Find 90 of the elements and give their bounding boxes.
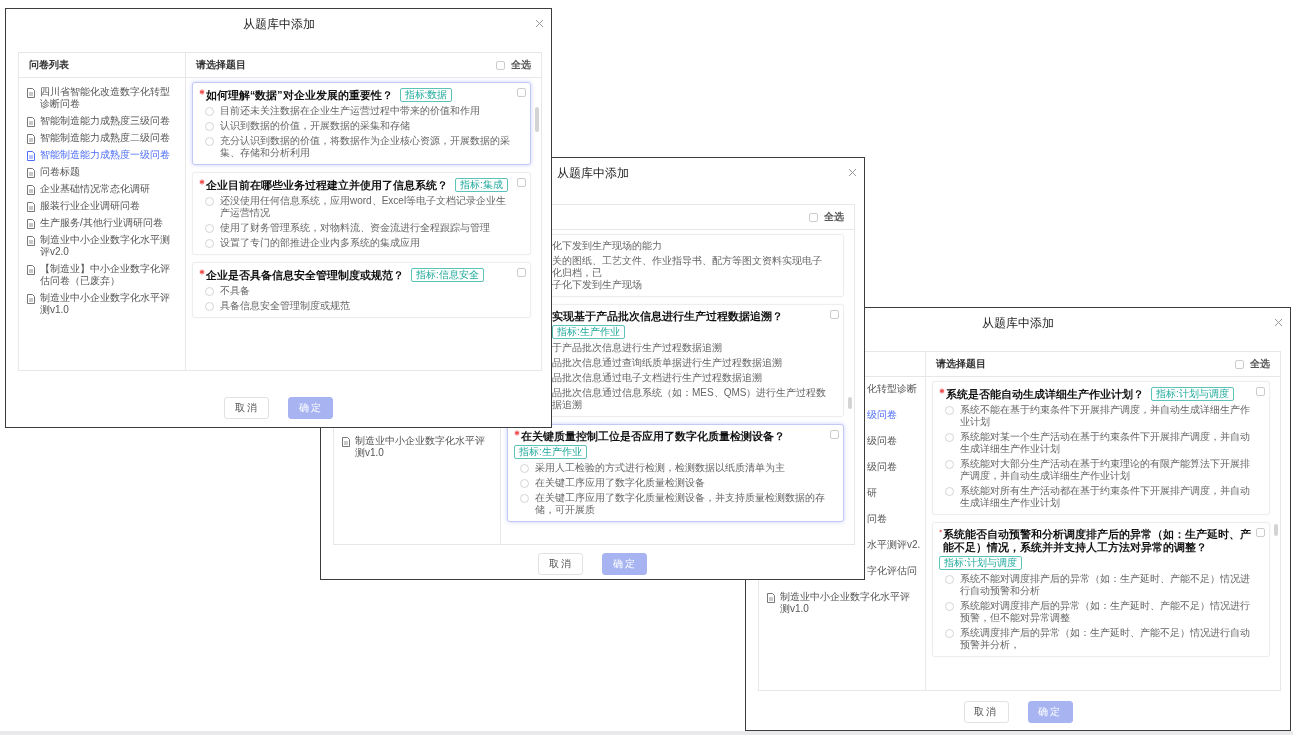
option-text: 关的图纸、工艺文件、作业指导书、配方等图文资料实现电子化归档，已 — [552, 255, 823, 279]
answer-option[interactable]: 系统不能对调度排产后的异常（如：生产延时、产能不足）情况进行自动预警和分析 — [939, 573, 1255, 597]
answer-option[interactable]: 认识到数据的价值，开展数据的采集和存储 — [199, 120, 516, 132]
questionnaire-item[interactable]: 智能制造能力成熟度一级问卷 — [27, 149, 179, 161]
dialog-title: 从题库中添加 — [982, 314, 1054, 332]
answer-option[interactable]: 系统能对调度排产后的异常（如：生产延时、产能不足）情况进行预警，但不能对异常调整 — [939, 600, 1255, 624]
indicator-tag: 指标:计划与调度 — [1151, 387, 1234, 401]
option-text: 品批次信息通过电子文档进行生产过程数据追溯 — [552, 372, 763, 384]
dialog-title: 从题库中添加 — [556, 164, 629, 182]
cancel-button[interactable]: 取消 — [224, 397, 269, 419]
checkbox[interactable] — [830, 310, 839, 319]
question-title: 在关键质量控制工位是否应用了数字化质量检测设备？ — [521, 430, 785, 443]
questionnaire-item[interactable]: 生产服务/其他行业调研问卷 — [27, 217, 179, 229]
cancel-button[interactable]: 取消 — [963, 701, 1009, 723]
option-text: 化下发到生产现场的能力 — [552, 240, 663, 252]
document-icon — [27, 294, 35, 304]
checkbox[interactable] — [1256, 528, 1265, 537]
column-header: 问卷列表 — [29, 58, 69, 72]
indicator-tag: 指标:数据 — [399, 88, 453, 102]
question-title: 实现基于产品批次信息进行生产过程数据追溯？ — [552, 310, 783, 323]
questionnaire-item[interactable]: 智能制造能力成熟度二级问卷 — [27, 132, 179, 144]
document-icon — [27, 88, 35, 98]
option-text: 子化下发到生产现场 — [552, 279, 643, 291]
column-header: 请选择题目 — [936, 357, 986, 371]
close-icon[interactable] — [848, 168, 857, 177]
answer-option[interactable]: 设置了专门的部推进企业内多系统的集成应用 — [199, 237, 516, 249]
answer-option[interactable]: 系统调度排产后的异常（如：生产延时、产能不足）情况进行自动预警并分析， — [939, 627, 1255, 651]
document-icon — [27, 185, 35, 195]
indicator-tag: 指标:集成 — [455, 178, 508, 192]
checkbox[interactable] — [830, 430, 839, 439]
question-title: 企业目前在哪些业务过程建立并使用了信息系统？ — [206, 178, 448, 192]
question-title: 企业是否具备信息安全管理制度或规范？ — [206, 268, 404, 282]
checkbox[interactable] — [1256, 387, 1265, 396]
answer-option[interactable]: 在关键工序应用了数字化质量检测设备 — [514, 477, 829, 489]
answer-option[interactable]: 系统能对所有生产活动都在基于约束条件下开展排产调度，并自动生成详细生产作业计划 — [939, 485, 1255, 509]
answer-option[interactable]: 系统能对大部分生产活动在基于约束理论的有限产能算法下开展排产调度，并自动生成详细生产作业计划 — [939, 458, 1255, 482]
document-icon — [27, 168, 35, 178]
document-icon — [342, 437, 350, 447]
questionnaire-item[interactable]: 【制造业】中小企业数字化评估问卷（已废弃） — [27, 263, 179, 287]
scrollbar[interactable] — [535, 107, 539, 132]
document-icon — [27, 236, 35, 246]
indicator-tag: 指标:计划与调度 — [939, 556, 1022, 570]
answer-option[interactable]: 使用了财务管理系统，对物料流、资金流进行全程跟踪与管理 — [199, 222, 516, 234]
select-all-checkbox[interactable]: 全选 — [496, 59, 531, 71]
option-text: 品批次信息通过查询纸质单据进行生产过程数据追溯 — [552, 357, 783, 369]
question-title: 系统能否自动预警和分析调度排产后的异常（如：生产延时、产能不足）情况，系统并并支持人工方法对异常的调整？ — [943, 528, 1253, 554]
questionnaire-item[interactable]: 制造业中小企业数字化水平评测v1.0 — [767, 591, 919, 615]
answer-option[interactable]: 具备信息安全管理制度或规范 — [199, 300, 516, 312]
option-text: 品批次信息通过信息系统（如：MES、QMS）进行生产过程数据追溯 — [552, 387, 828, 411]
column-header: 请选择题目 — [196, 58, 246, 72]
dialog-title: 从题库中添加 — [242, 15, 315, 33]
answer-option[interactable]: 目前还未关注数据在企业生产运营过程中带来的价值和作用 — [199, 105, 516, 117]
checkbox[interactable] — [517, 178, 526, 187]
questionnaire-item[interactable]: 问卷标题 — [27, 166, 179, 178]
answer-option[interactable]: 在关键工序应用了数字化质量检测设备，并支持质量检测数据的存储，可开展质 — [514, 492, 829, 516]
document-icon — [27, 117, 35, 127]
questionnaire-item[interactable]: 服装行业企业调研问卷 — [27, 200, 179, 212]
cancel-button[interactable]: 取消 — [538, 553, 583, 575]
answer-option[interactable]: 采用人工检验的方式进行检测，检测数据以纸质清单为主 — [514, 462, 829, 474]
questionnaire-item[interactable]: 制造业中小企业数字化水平测评v2.0 — [27, 234, 179, 258]
select-all-checkbox[interactable]: 全选 — [809, 211, 844, 223]
answer-option[interactable]: 系统能对某一个生产活动在基于约束条件下开展排产调度，并自动生成详细生产作业计划 — [939, 431, 1255, 455]
indicator-tag: 指标:生产作业 — [514, 445, 587, 459]
answer-option[interactable]: 充分认识到数据的价值，将数据作为企业核心资源，开展数据的采集、存储和分析利用 — [199, 135, 516, 159]
questionnaire-item[interactable]: 制造业中小企业数字化水平评测v1.0 — [342, 435, 494, 459]
questionnaire-item[interactable]: 智能制造能力成熟度三级问卷 — [27, 115, 179, 127]
document-icon — [767, 593, 775, 603]
indicator-tag: 指标:信息安全 — [411, 268, 484, 282]
document-icon — [27, 151, 35, 161]
option-text: 于产品批次信息进行生产过程数据追溯 — [552, 342, 723, 354]
document-icon — [27, 202, 35, 212]
indicator-tag: 指标:生产作业 — [552, 325, 625, 339]
answer-option[interactable]: 不具备 — [199, 285, 516, 297]
answer-option[interactable]: 系统不能在基于约束条件下开展排产调度，并自动生成详细生产作业计划 — [939, 404, 1255, 428]
checkbox[interactable] — [517, 268, 526, 277]
document-icon — [27, 134, 35, 144]
answer-option[interactable]: 还没使用任何信息系统，应用word、Excel等电子文档记录企业生产运营情况 — [199, 195, 516, 219]
questionnaire-item[interactable]: 制造业中小企业数字化水平评测v1.0 — [27, 292, 179, 316]
checkbox[interactable] — [517, 88, 526, 97]
close-icon[interactable] — [1274, 318, 1283, 327]
scrollbar[interactable] — [848, 397, 852, 409]
close-icon[interactable] — [535, 19, 544, 28]
select-all-checkbox[interactable]: 全选 — [1235, 358, 1270, 370]
questionnaire-item[interactable]: 企业基础情况常态化调研 — [27, 183, 179, 195]
question-title: 系统是否能自动生成详细生产作业计划？ — [946, 387, 1144, 401]
document-icon — [27, 219, 35, 229]
question-title: 如何理解“数据”对企业发展的重要性？ — [206, 88, 393, 102]
document-icon — [27, 265, 35, 275]
questionnaire-item[interactable]: 四川省智能化改造数字化转型诊断问卷 — [27, 86, 179, 110]
scrollbar[interactable] — [1274, 524, 1278, 536]
